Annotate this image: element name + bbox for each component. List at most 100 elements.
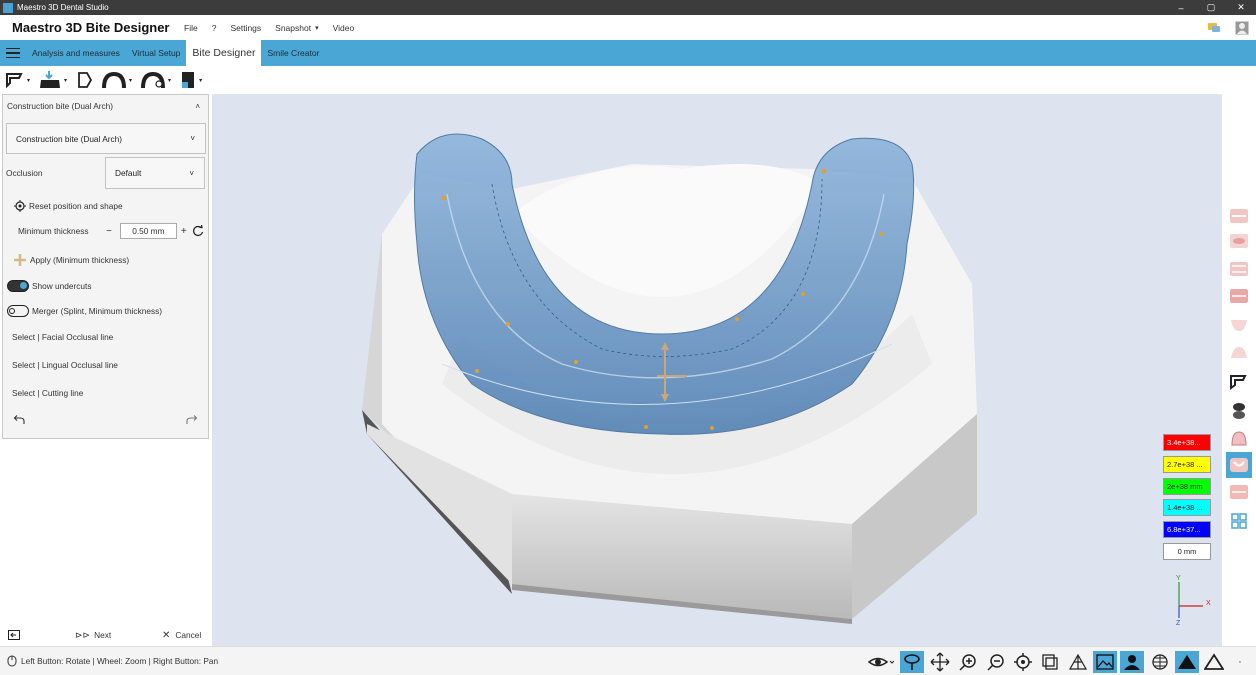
wireframe-icon[interactable] bbox=[1066, 651, 1090, 673]
target-icon bbox=[14, 200, 26, 212]
bite-type-select[interactable]: Construction bite (Dual Arch) ˅ bbox=[6, 123, 206, 154]
reset-value-icon[interactable] bbox=[192, 225, 204, 237]
menu-help[interactable]: ? bbox=[212, 23, 217, 33]
rotate-mode-icon[interactable] bbox=[900, 651, 924, 673]
main-toolbar: ▾ ▾ ▾ ▾ ▾ bbox=[0, 66, 1256, 94]
panel-title: Construction bite (Dual Arch) bbox=[7, 101, 114, 111]
view-lower-arch-icon[interactable] bbox=[1228, 483, 1250, 501]
user-account-icon[interactable] bbox=[1235, 21, 1249, 35]
background-image-icon[interactable] bbox=[1093, 651, 1117, 673]
bite-type-value: Construction bite (Dual Arch) bbox=[16, 133, 123, 144]
chevron-down-icon: ˅ bbox=[189, 168, 194, 178]
bite-type-tool[interactable]: ▾ bbox=[3, 70, 30, 90]
legend-item-1: 3.4e+38... bbox=[1163, 434, 1211, 451]
minimize-button[interactable]: – bbox=[1166, 0, 1196, 15]
view-lower-gingiva-icon[interactable] bbox=[1228, 343, 1250, 361]
tab-smile-creator[interactable]: Smile Creator bbox=[261, 40, 325, 66]
panel-header[interactable]: Construction bite (Dual Arch) ˄ bbox=[3, 101, 208, 111]
cancel-button[interactable]: ✕ Cancel bbox=[162, 630, 201, 641]
apply-button[interactable]: Apply (Minimum thickness) bbox=[3, 254, 208, 266]
view-both-arches-icon[interactable] bbox=[1228, 207, 1250, 225]
more-options-icon[interactable]: · bbox=[1230, 651, 1250, 673]
patient-photo-icon[interactable] bbox=[1120, 651, 1144, 673]
select-cutting-line[interactable]: Select | Cutting line bbox=[3, 388, 208, 398]
next-label: Next bbox=[94, 630, 112, 640]
menu-file[interactable]: File bbox=[184, 23, 198, 33]
menu-snapshot[interactable]: Snapshot ▾ bbox=[275, 23, 318, 33]
app-title: Maestro 3D Bite Designer bbox=[12, 20, 170, 35]
min-thickness-input[interactable]: 0.50 mm bbox=[119, 223, 177, 239]
axis-z-label: Z bbox=[1176, 620, 1181, 627]
menu-settings[interactable]: Settings bbox=[230, 23, 261, 33]
cancel-label: Cancel bbox=[175, 630, 202, 640]
view-occlusion-icon[interactable] bbox=[1228, 287, 1250, 305]
outline-mode-icon[interactable] bbox=[1202, 651, 1226, 673]
next-icon: ⊳⊳ bbox=[75, 629, 91, 640]
chat-icon[interactable] bbox=[1207, 21, 1221, 35]
undo-redo-row bbox=[3, 415, 208, 425]
increase-button[interactable]: + bbox=[181, 226, 187, 237]
reset-label: Reset position and shape bbox=[29, 201, 123, 211]
grid-view-icon[interactable] bbox=[1228, 512, 1250, 530]
visibility-icon[interactable] bbox=[866, 651, 896, 673]
window-title: Maestro 3D Dental Studio bbox=[17, 3, 109, 12]
construction-bite-panel: Construction bite (Dual Arch) ˄ Construc… bbox=[2, 94, 209, 439]
arch-edit-icon bbox=[141, 71, 166, 89]
show-undercuts-toggle[interactable] bbox=[7, 280, 29, 292]
view-upper-jaw-icon[interactable] bbox=[1228, 232, 1250, 250]
model-base-icon bbox=[40, 71, 61, 88]
decrease-button[interactable]: − bbox=[106, 226, 112, 237]
orthographic-icon[interactable] bbox=[1038, 651, 1062, 673]
material-color-icon bbox=[182, 72, 195, 88]
apply-label: Apply (Minimum thickness) bbox=[30, 255, 130, 265]
merger-toggle[interactable] bbox=[7, 305, 29, 317]
view-gingiva-icon[interactable] bbox=[1228, 316, 1250, 334]
view-splint-icon[interactable] bbox=[1226, 452, 1252, 478]
center-view-icon[interactable] bbox=[1011, 651, 1035, 673]
axis-x-label: X bbox=[1206, 600, 1211, 607]
menu-video[interactable]: Video bbox=[333, 23, 355, 33]
maximize-button[interactable]: ▢ bbox=[1196, 0, 1226, 15]
status-hint: Left Button: Rotate | Wheel: Zoom | Righ… bbox=[21, 656, 219, 666]
undo-icon[interactable] bbox=[13, 415, 25, 425]
view-frontal-icon[interactable] bbox=[1228, 260, 1250, 278]
merger-row[interactable]: Merger (Splint, Minimum thickness) bbox=[3, 305, 208, 317]
panel-footer: ⊳⊳ Next ✕ Cancel bbox=[0, 624, 212, 646]
show-undercuts-row[interactable]: Show undercuts bbox=[3, 280, 208, 292]
pan-mode-icon[interactable] bbox=[928, 651, 952, 673]
collapse-panel-icon[interactable] bbox=[8, 630, 20, 640]
chevron-up-icon: ˄ bbox=[195, 101, 200, 111]
shaded-mode-icon[interactable] bbox=[1175, 651, 1199, 673]
next-button[interactable]: ⊳⊳ Next bbox=[75, 630, 111, 641]
tooth-dark-icon[interactable] bbox=[1228, 402, 1250, 420]
color-tool[interactable]: ▾ bbox=[179, 70, 202, 90]
show-undercuts-label: Show undercuts bbox=[32, 281, 92, 291]
menu-snapshot-label: Snapshot bbox=[275, 22, 312, 33]
select-lingual-line[interactable]: Select | Lingual Occlusal line bbox=[3, 360, 208, 370]
select-facial-line[interactable]: Select | Facial Occlusal line bbox=[3, 332, 208, 342]
legend-item-6: 0 mm bbox=[1163, 543, 1211, 560]
min-thickness-row: Minimum thickness − 0.50 mm + bbox=[3, 223, 208, 239]
globe-grid-icon[interactable] bbox=[1148, 651, 1172, 673]
model-base-tool[interactable]: ▾ bbox=[38, 70, 67, 90]
legend-item-4: 1.4e+38 ... bbox=[1163, 499, 1211, 516]
zoom-in-icon[interactable] bbox=[956, 651, 980, 673]
view-model-icon[interactable] bbox=[1228, 429, 1250, 447]
arch-edit-tool[interactable]: ▾ bbox=[140, 71, 171, 89]
arch-tool[interactable]: ▾ bbox=[101, 71, 132, 89]
tab-analysis[interactable]: Analysis and measures bbox=[26, 40, 126, 66]
close-icon: ✕ bbox=[162, 629, 171, 641]
reset-button[interactable]: Reset position and shape bbox=[3, 200, 208, 212]
hamburger-menu-icon[interactable] bbox=[0, 40, 26, 66]
arch-icon bbox=[102, 71, 127, 89]
outline-tool[interactable] bbox=[75, 71, 93, 89]
tab-virtual-setup[interactable]: Virtual Setup bbox=[126, 40, 187, 66]
occlusion-select[interactable]: Default ˅ bbox=[105, 157, 205, 189]
redo-icon[interactable] bbox=[186, 415, 198, 425]
tab-bite-designer[interactable]: Bite Designer bbox=[186, 40, 262, 66]
close-button[interactable]: ✕ bbox=[1226, 0, 1256, 15]
3d-viewport[interactable]: 3.4e+38... 2.7e+38 ... 2e+38 mm 1.4e+38 … bbox=[212, 94, 1222, 646]
zoom-out-icon[interactable] bbox=[984, 651, 1008, 673]
bite-shape-view-icon[interactable] bbox=[1228, 372, 1250, 390]
chevron-down-icon: ▾ bbox=[315, 24, 319, 32]
